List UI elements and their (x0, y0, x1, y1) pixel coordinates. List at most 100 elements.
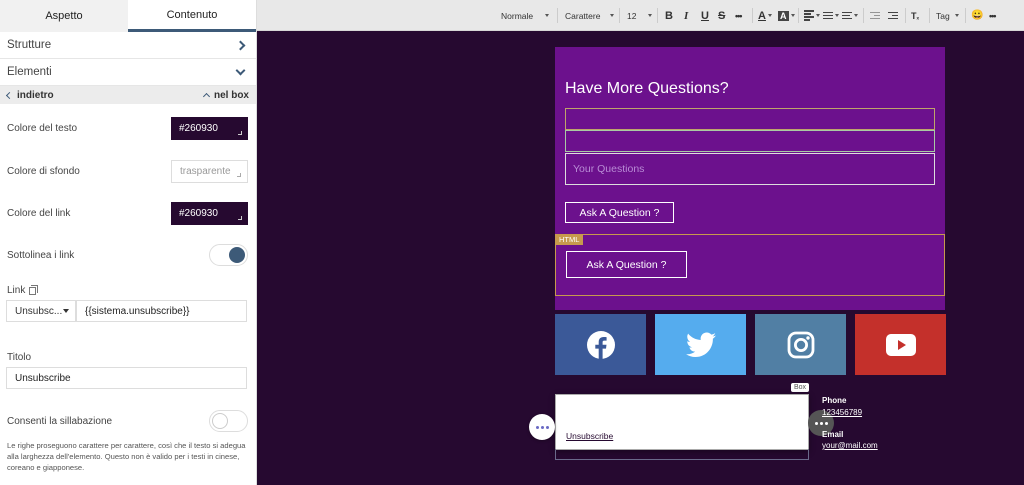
text-color-label: Colore del testo (7, 122, 78, 134)
caret-down-icon (648, 14, 653, 17)
box-options-left-button[interactable] (529, 414, 555, 440)
title-input[interactable]: Unsubscribe (6, 367, 247, 389)
section-strutture-label: Strutture (7, 39, 52, 51)
title-label: Titolo (7, 352, 32, 363)
bg-color-picker[interactable]: trasparente (171, 159, 248, 183)
facebook-button[interactable] (555, 314, 646, 375)
tab-contenuto[interactable]: Contenuto (128, 0, 256, 32)
font-value: Carattere (565, 10, 601, 21)
strike-button[interactable]: S (718, 0, 725, 31)
twitter-button[interactable] (655, 314, 746, 375)
chevron-down-icon (235, 65, 246, 75)
chevron-left-icon (5, 91, 14, 99)
tab-aspetto[interactable]: Aspetto (0, 0, 128, 32)
link-type-value: Unsubsc... (15, 305, 63, 317)
back-button[interactable]: indietro (5, 89, 54, 101)
panel-tabs: Aspetto Contenuto (0, 0, 256, 32)
context-label: nel box (213, 89, 249, 101)
underline-button[interactable]: U (701, 0, 709, 31)
underline-row: Sottolinea i link (0, 243, 256, 267)
box-tag: Box (791, 383, 810, 392)
html-ask-question-button[interactable]: Ask A Question ? (566, 251, 687, 278)
indent-button[interactable] (888, 0, 898, 31)
link-label-text: Link (7, 285, 26, 296)
font-select[interactable]: Carattere (565, 0, 615, 31)
youtube-button[interactable] (855, 314, 946, 375)
text-color-row: Colore del testo #260930 (0, 116, 256, 140)
caret-down-icon (767, 14, 772, 17)
link-label: Link (7, 284, 39, 296)
hyphen-help-text: Le righe proseguono carattere per caratt… (7, 441, 246, 472)
caret-down-icon (954, 14, 959, 17)
list-number-button[interactable] (842, 0, 858, 31)
instagram-icon (787, 331, 814, 358)
unsubscribe-box[interactable]: Unsubscribe (555, 394, 809, 450)
link-value-input[interactable]: {{sistema.unsubscribe}} (76, 300, 247, 322)
text-color-glyph: A (758, 9, 766, 22)
html-block[interactable]: HTML Ask A Question ? (555, 234, 945, 296)
italic-button[interactable]: I (684, 0, 688, 31)
more-formatting-button[interactable]: ••• (735, 0, 743, 31)
chevron-right-icon (235, 40, 246, 50)
email-heading: Email (822, 430, 844, 439)
sub-navigation: indietro nel box (0, 86, 256, 104)
underline-label: Sottolinea i link (7, 249, 75, 261)
hyphen-toggle[interactable] (209, 410, 248, 432)
caret-down-icon (854, 14, 858, 17)
bg-color-label: Colore di sfondo (7, 165, 80, 177)
list-bullet-icon (823, 10, 833, 21)
format-select[interactable]: Normale (501, 0, 550, 31)
phone-link[interactable]: 123456789 (822, 408, 862, 417)
ask-question-button[interactable]: Ask A Question ? (565, 202, 674, 223)
caret-down-icon (835, 14, 839, 17)
underline-toggle[interactable] (209, 244, 248, 266)
bg-color-row: Colore di sfondo trasparente (0, 159, 256, 183)
section-strutture[interactable]: Strutture (0, 32, 256, 59)
text-color-picker[interactable]: #260930 (171, 116, 248, 140)
question-section[interactable]: Have More Questions? Your Questions Ask … (555, 47, 945, 310)
emoji-button[interactable]: 😀 (971, 0, 983, 31)
toolbar-overflow-button[interactable]: ••• (989, 0, 997, 31)
question-input-2[interactable] (565, 130, 935, 152)
caret-down-icon (816, 14, 820, 17)
instagram-button[interactable] (755, 314, 846, 375)
caret-down-icon (63, 309, 69, 313)
settings-panel: Aspetto Contenuto Strutture Elementi ind… (0, 0, 257, 485)
link-color-picker[interactable]: #260930 (171, 201, 248, 225)
bold-button[interactable]: B (665, 0, 673, 31)
format-value: Normale (501, 10, 534, 21)
box-outline (555, 449, 809, 460)
outdent-icon (870, 10, 880, 21)
bg-color-glyph: A (778, 10, 789, 21)
size-select[interactable]: 12 (627, 0, 653, 31)
context-button[interactable]: nel box (202, 89, 249, 101)
link-color-label: Colore del link (7, 207, 71, 219)
section-elementi-label: Elementi (7, 66, 52, 78)
question-input-1[interactable] (565, 108, 935, 130)
facebook-icon (586, 330, 615, 359)
unsubscribe-link[interactable]: Unsubscribe (566, 431, 613, 441)
align-icon (804, 9, 814, 23)
hyphen-row: Consenti la sillabazione (0, 409, 256, 433)
outdent-button[interactable] (870, 0, 880, 31)
indent-icon (888, 10, 898, 21)
question-textarea[interactable]: Your Questions (565, 153, 935, 185)
chevron-up-icon (202, 92, 211, 101)
section-elementi[interactable]: Elementi (0, 59, 256, 86)
email-link[interactable]: your@mail.com (822, 441, 878, 450)
copy-icon[interactable] (29, 284, 39, 295)
size-value: 12 (627, 10, 637, 21)
text-color-button[interactable]: A (758, 0, 772, 31)
link-type-select[interactable]: Unsubsc... (6, 300, 76, 322)
bg-color-button[interactable]: A (778, 0, 795, 31)
back-label: indietro (17, 89, 54, 101)
clear-format-button[interactable]: Tₓ (911, 0, 919, 31)
twitter-icon (685, 332, 716, 357)
list-bullet-button[interactable] (823, 0, 839, 31)
question-title[interactable]: Have More Questions? (565, 80, 729, 98)
tag-value: Tag (936, 10, 950, 21)
html-block-tag: HTML (555, 234, 584, 245)
tag-select[interactable]: Tag (936, 0, 959, 31)
align-button[interactable] (804, 0, 820, 31)
youtube-icon (885, 333, 916, 356)
